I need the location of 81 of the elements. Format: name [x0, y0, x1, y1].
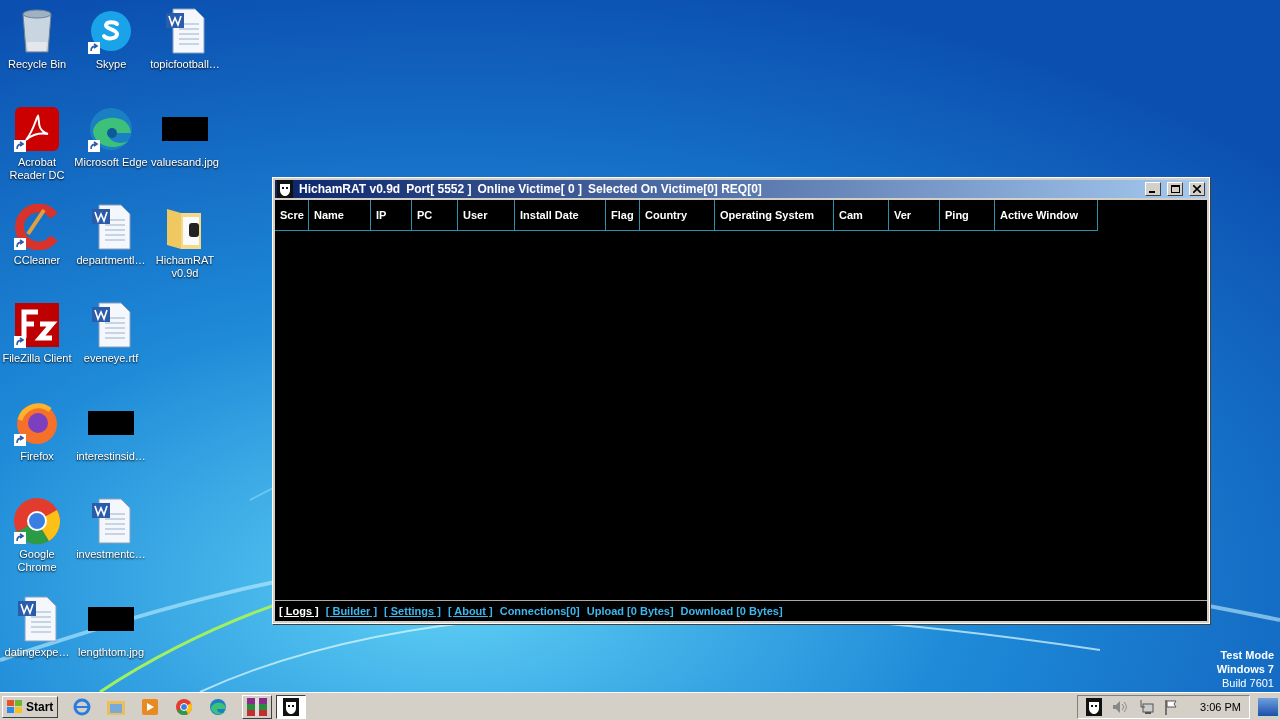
system-notice: Test Mode	[1220, 648, 1274, 662]
maximize-button[interactable]	[1167, 182, 1183, 196]
desktop-icon-label[interactable]: FileZilla Client	[2, 352, 72, 365]
desktop-icon-label[interactable]: Microsoft Edge	[74, 156, 148, 169]
mask-icon[interactable]	[277, 180, 293, 198]
column-header[interactable]: Ver	[889, 200, 940, 230]
close-icon	[1193, 185, 1201, 193]
document-icon	[17, 596, 57, 642]
internet-explorer-icon[interactable]	[73, 697, 92, 716]
recycle-bin-icon	[19, 8, 55, 54]
firefox-icon	[14, 400, 60, 446]
window-title: HichamRAT v0.9d	[299, 182, 401, 196]
document-icon	[91, 498, 131, 544]
shortcut-arrow-icon	[14, 532, 26, 544]
clock: 3:06 PM	[1200, 700, 1241, 713]
pdf-reader-icon	[14, 106, 60, 152]
status-link[interactable]: [ Settings ]	[384, 605, 441, 617]
desktop-icon-label[interactable]: CCleaner	[13, 254, 61, 267]
column-header[interactable]: PC	[412, 200, 458, 230]
desktop-icon-label[interactable]: topicfootball…	[150, 58, 220, 71]
filezilla-icon	[14, 302, 60, 348]
chrome-icon[interactable]	[175, 697, 194, 716]
image-thumbnail-icon	[88, 411, 134, 435]
chrome-icon	[13, 497, 61, 545]
status-link[interactable]: [ Logs ]	[279, 605, 319, 617]
minimize-button[interactable]	[1145, 182, 1161, 196]
status-link[interactable]: [ About ]	[447, 605, 493, 617]
desktop-icon-label[interactable]: valuesand.jpg	[151, 156, 219, 169]
network-icon[interactable]	[1138, 698, 1155, 715]
windows-logo-icon	[7, 699, 23, 714]
column-header[interactable]: Scre	[275, 200, 309, 230]
mask-icon[interactable]	[283, 697, 300, 716]
ccleaner-icon	[14, 204, 60, 250]
close-button[interactable]	[1189, 182, 1205, 196]
maximize-icon	[1170, 185, 1180, 193]
column-header[interactable]: Ping	[940, 200, 995, 230]
archive-icon[interactable]	[247, 697, 268, 716]
shortcut-arrow-icon	[14, 140, 26, 152]
status-link[interactable]: [ Builder ]	[325, 605, 378, 617]
document-icon	[91, 302, 131, 348]
status-text: Connections[0]	[499, 605, 580, 617]
flag-icon[interactable]	[1164, 698, 1179, 715]
column-header[interactable]: Flag	[606, 200, 640, 230]
shortcut-arrow-icon	[88, 42, 100, 54]
column-header[interactable]: User	[458, 200, 515, 230]
shortcut-arrow-icon	[14, 238, 26, 250]
system-notice: Windows 7	[1216, 662, 1274, 676]
column-header[interactable]: Operating System	[715, 200, 834, 230]
taskbar-button[interactable]	[276, 694, 307, 719]
column-header[interactable]: Install Date	[515, 200, 606, 230]
desktop-icon-label[interactable]: Skype	[95, 58, 127, 71]
shortcut-arrow-icon	[14, 434, 26, 446]
show-desktop-button[interactable]	[1258, 697, 1278, 716]
document-icon	[91, 204, 131, 250]
document-icon	[165, 8, 205, 54]
media-player-icon[interactable]	[142, 698, 159, 715]
online-count: Online Victime[ 0 ]	[477, 182, 582, 196]
start-button[interactable]: Start	[2, 695, 59, 718]
system-notice: Build 7601	[1222, 676, 1274, 690]
edge-icon	[88, 106, 134, 152]
image-thumbnail-icon	[88, 607, 134, 631]
column-header[interactable]: IP	[371, 200, 412, 230]
edge-icon[interactable]	[209, 697, 228, 716]
column-header[interactable]: Country	[640, 200, 715, 230]
status-text: Download [0 Bytes]	[680, 605, 783, 617]
skype-icon	[89, 9, 133, 53]
shortcut-arrow-icon	[88, 140, 100, 152]
column-header[interactable]: Name	[309, 200, 371, 230]
shortcut-arrow-icon	[14, 336, 26, 348]
mask-icon[interactable]	[1086, 697, 1103, 716]
selected-info: Selected On Victime[0] REQ[0]	[588, 182, 762, 196]
desktop-icon-label[interactable]: Acrobat Reader DC	[0, 156, 74, 182]
image-thumbnail-icon	[162, 117, 208, 141]
column-header[interactable]: Cam	[834, 200, 889, 230]
desktop-icon-label[interactable]: Recycle Bin	[7, 58, 67, 71]
column-header[interactable]: Active Window	[995, 200, 1098, 230]
desktop-icon-label[interactable]: departmentl…	[76, 254, 146, 267]
desktop-icon-label[interactable]: eveneye.rtf	[83, 352, 139, 365]
desktop-icon-label[interactable]: HichamRAT v0.9d	[148, 254, 222, 280]
status-text: Upload [0 Bytes]	[586, 605, 674, 617]
port-info: Port[ 5552 ]	[406, 182, 472, 196]
